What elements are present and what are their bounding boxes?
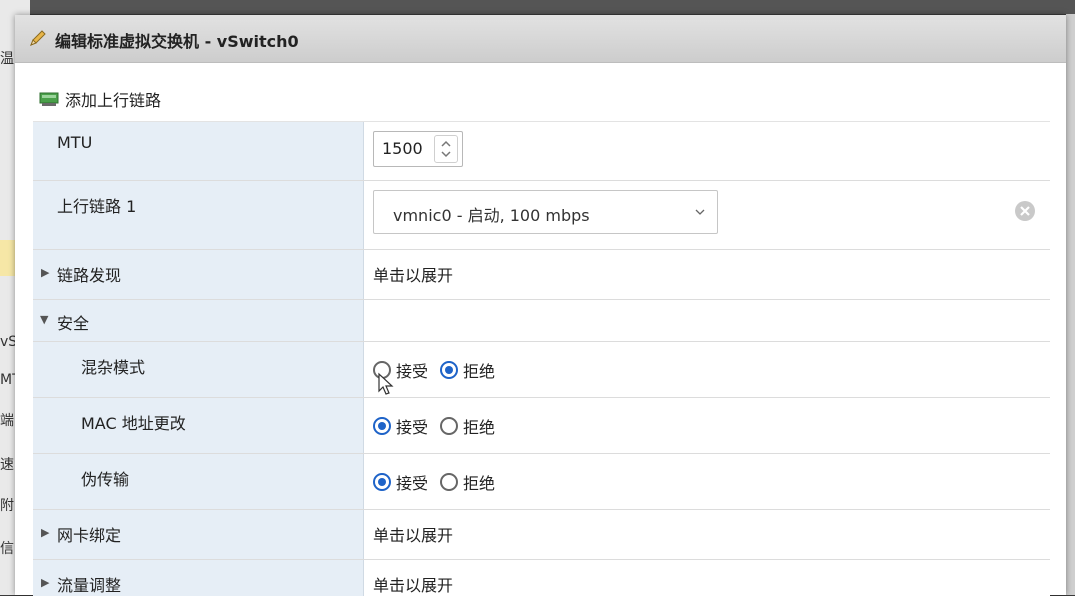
- mac-change-radio-group: 接受 拒绝: [373, 414, 507, 438]
- row-security[interactable]: ▼ 安全: [33, 300, 1050, 342]
- forged-transmits-radio-group: 接受 拒绝: [373, 470, 507, 494]
- row-value-cell: 1500: [364, 122, 1050, 180]
- row-mac-address-change: MAC 地址更改 接受 拒绝: [33, 398, 1050, 454]
- row-value-cell: 单击以展开: [364, 510, 1050, 559]
- row-label-cell: MTU: [33, 122, 364, 180]
- add-uplink-button[interactable]: 添加上行链路: [39, 87, 161, 111]
- row-value-cell: 接受 拒绝: [364, 398, 1050, 453]
- radio-button[interactable]: [373, 473, 391, 491]
- row-value-cell: vmnic0 - 启动, 100 mbps: [364, 181, 1050, 249]
- radio-label: 拒绝: [463, 362, 496, 381]
- promiscuous-reject-option[interactable]: 拒绝: [440, 358, 495, 382]
- radio-label: 接受: [396, 418, 429, 437]
- mac-change-reject-option[interactable]: 拒绝: [440, 414, 495, 438]
- row-label-cell: MAC 地址更改: [33, 398, 364, 453]
- remove-circle-icon[interactable]: [1014, 200, 1036, 222]
- nic-teaming-expand-text[interactable]: 单击以展开: [373, 522, 453, 546]
- radio-button[interactable]: [440, 473, 459, 491]
- row-value-cell: 单击以展开: [364, 250, 1050, 299]
- promiscuous-mode-label: 混杂模式: [81, 358, 146, 377]
- dialog-title: 编辑标准虚拟交换机 - vSwitch0: [55, 32, 299, 51]
- radio-button[interactable]: [440, 361, 459, 379]
- row-label-cell: ▶ 流量调整: [33, 560, 364, 596]
- radio-button[interactable]: [373, 417, 391, 435]
- spinner-arrows-icon[interactable]: [434, 135, 458, 163]
- caret-right-icon[interactable]: ▶: [41, 266, 49, 279]
- pencil-icon: [30, 30, 46, 46]
- row-label-cell: 上行链路 1: [33, 181, 364, 249]
- row-label-cell: ▼ 安全: [33, 300, 364, 341]
- chevron-down-icon: [695, 209, 705, 215]
- row-label-cell: ▶ 网卡绑定: [33, 510, 364, 559]
- row-value-cell: 单击以展开: [364, 560, 1050, 596]
- row-promiscuous-mode: 混杂模式 接受 拒绝: [33, 342, 1050, 398]
- caret-right-icon[interactable]: ▶: [41, 526, 49, 539]
- uplink-1-selected-value: vmnic0 - 启动, 100 mbps: [393, 206, 590, 225]
- radio-label: 拒绝: [463, 474, 496, 493]
- caret-right-icon[interactable]: ▶: [41, 576, 49, 589]
- uplink-1-label: 上行链路 1: [57, 197, 137, 216]
- radio-label: 接受: [396, 474, 429, 493]
- mtu-value[interactable]: 1500: [382, 139, 423, 158]
- nic-teaming-label: 网卡绑定: [57, 526, 122, 545]
- edit-vswitch-dialog: 编辑标准虚拟交换机 - vSwitch0 添加上行链路 MTU 1500 上行链…: [15, 15, 1066, 596]
- row-link-discovery[interactable]: ▶ 链路发现 单击以展开: [33, 250, 1050, 300]
- row-value-cell: 接受 拒绝: [364, 342, 1050, 397]
- row-mtu: MTU 1500: [33, 122, 1050, 181]
- forged-transmits-label: 伪传输: [81, 470, 130, 489]
- row-value-cell: 接受 拒绝: [364, 454, 1050, 509]
- row-traffic-shaping[interactable]: ▶ 流量调整 单击以展开: [33, 560, 1050, 596]
- mouse-pointer-icon: [378, 372, 394, 395]
- mac-change-label: MAC 地址更改: [81, 414, 186, 433]
- row-uplink-1: 上行链路 1 vmnic0 - 启动, 100 mbps: [33, 181, 1050, 250]
- link-discovery-label: 链路发现: [57, 266, 122, 285]
- row-forged-transmits: 伪传输 接受 拒绝: [33, 454, 1050, 510]
- radio-button[interactable]: [440, 417, 459, 435]
- row-label-cell: 伪传输: [33, 454, 364, 509]
- add-uplink-label: 添加上行链路: [65, 91, 162, 110]
- caret-down-icon[interactable]: ▼: [40, 313, 48, 326]
- traffic-shaping-expand-text[interactable]: 单击以展开: [373, 572, 453, 596]
- dialog-header: 编辑标准虚拟交换机 - vSwitch0: [15, 15, 1066, 63]
- background-top-bar: [0, 0, 1075, 14]
- radio-label: 接受: [396, 362, 429, 381]
- row-label-cell: ▶ 链路发现: [33, 250, 364, 299]
- radio-label: 拒绝: [463, 418, 496, 437]
- row-value-cell: [364, 300, 1050, 341]
- mac-change-accept-option[interactable]: 接受: [373, 414, 428, 438]
- forged-accept-option[interactable]: 接受: [373, 470, 428, 494]
- row-label-cell: 混杂模式: [33, 342, 364, 397]
- mtu-spinner[interactable]: 1500: [373, 131, 463, 167]
- uplink-1-select[interactable]: vmnic0 - 启动, 100 mbps: [373, 190, 718, 234]
- settings-grid: MTU 1500 上行链路 1 vmnic0 - 启动, 100 mbps ▶ …: [33, 121, 1050, 596]
- network-adapter-icon: [39, 92, 59, 106]
- mtu-label: MTU: [57, 133, 93, 152]
- security-label: 安全: [57, 314, 90, 333]
- traffic-shaping-label: 流量调整: [57, 576, 122, 595]
- background-right-edge: [1066, 14, 1075, 595]
- row-nic-teaming[interactable]: ▶ 网卡绑定 单击以展开: [33, 510, 1050, 560]
- link-discovery-expand-text[interactable]: 单击以展开: [373, 262, 453, 286]
- forged-reject-option[interactable]: 拒绝: [440, 470, 495, 494]
